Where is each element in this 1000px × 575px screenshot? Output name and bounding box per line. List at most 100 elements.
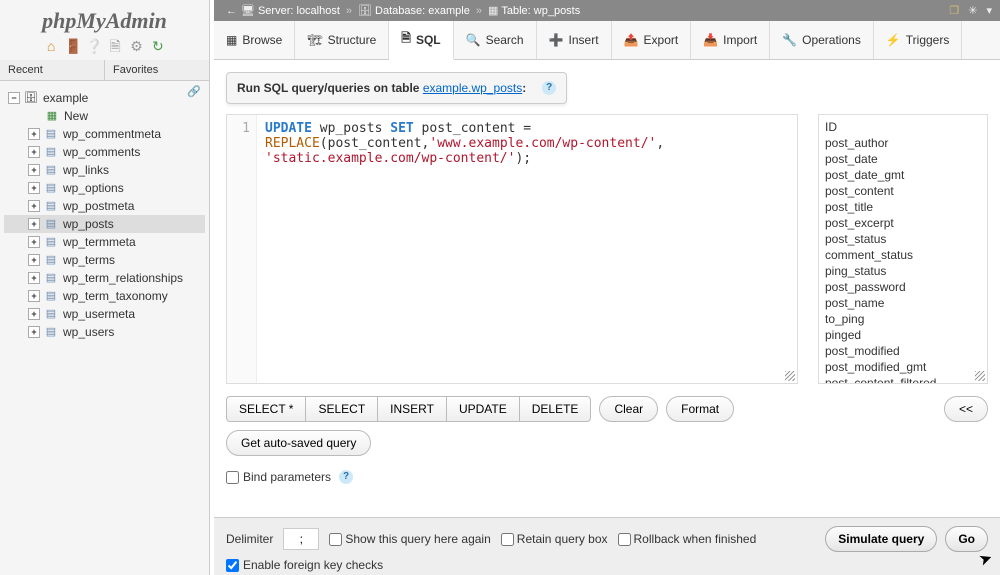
settings-icon[interactable]: ⚙ <box>129 38 145 54</box>
tab-triggers[interactable]: ⚡Triggers <box>874 21 963 59</box>
column-item[interactable]: post_status <box>825 231 981 247</box>
collapse-columns-button[interactable]: << <box>944 396 988 422</box>
browse-icon[interactable]: ▤ <box>43 253 59 267</box>
tree-table-wp_options[interactable]: ▤wp_options <box>4 179 205 197</box>
select--button[interactable]: SELECT * <box>226 396 306 422</box>
tab-import[interactable]: 📥Import <box>691 21 770 59</box>
column-item[interactable]: ID <box>825 119 981 135</box>
column-item[interactable]: post_content_filtered <box>825 375 981 384</box>
update-button[interactable]: UPDATE <box>446 396 520 422</box>
tree-table-wp_terms[interactable]: ▤wp_terms <box>4 251 205 269</box>
browse-icon[interactable]: ▤ <box>43 127 59 141</box>
select-button[interactable]: SELECT <box>305 396 378 422</box>
delimiter-input[interactable] <box>283 528 319 550</box>
format-button[interactable]: Format <box>666 396 734 422</box>
expand-icon[interactable] <box>28 308 40 320</box>
column-item[interactable]: post_modified_gmt <box>825 359 981 375</box>
browse-icon[interactable]: ▤ <box>43 145 59 159</box>
bind-params-checkbox[interactable] <box>226 471 239 484</box>
tree-table-wp_comments[interactable]: ▤wp_comments <box>4 143 205 161</box>
column-item[interactable]: comment_status <box>825 247 981 263</box>
browse-icon[interactable]: ▤ <box>43 325 59 339</box>
nav-collapse-icon[interactable]: ← <box>226 5 237 17</box>
column-item[interactable]: post_excerpt <box>825 215 981 231</box>
gear-icon[interactable]: ✳ <box>968 5 977 17</box>
help-icon[interactable]: ? <box>339 470 353 484</box>
column-item[interactable]: post_date_gmt <box>825 167 981 183</box>
tree-table-wp_termmeta[interactable]: ▤wp_termmeta <box>4 233 205 251</box>
bc-table[interactable]: wp_posts <box>534 5 580 17</box>
tab-structure[interactable]: 🏗Structure <box>295 21 389 59</box>
rollback-checkbox[interactable] <box>618 533 631 546</box>
tree-table-wp_term_relationships[interactable]: ▤wp_term_relationships <box>4 269 205 287</box>
exit-icon[interactable]: 🚪 <box>64 38 80 54</box>
column-item[interactable]: post_author <box>825 135 981 151</box>
column-item[interactable]: to_ping <box>825 311 981 327</box>
tree-table-wp_postmeta[interactable]: ▤wp_postmeta <box>4 197 205 215</box>
tab-browse[interactable]: ▦Browse <box>214 21 295 59</box>
expand-icon[interactable] <box>28 326 40 338</box>
help-icon[interactable]: ❔ <box>86 38 102 54</box>
home-icon[interactable]: ⌂ <box>43 38 59 54</box>
browse-icon[interactable]: ▤ <box>43 271 59 285</box>
bc-server[interactable]: localhost <box>297 5 340 17</box>
browse-icon[interactable]: ▤ <box>43 289 59 303</box>
go-button[interactable]: Go <box>945 526 988 552</box>
link-icon[interactable]: 🔗 <box>187 85 201 98</box>
expand-icon[interactable] <box>28 290 40 302</box>
tree-table-wp_commentmeta[interactable]: ▤wp_commentmeta <box>4 125 205 143</box>
browse-icon[interactable]: ▤ <box>43 235 59 249</box>
window-icon[interactable]: ❐ <box>949 5 959 17</box>
column-item[interactable]: ping_status <box>825 263 981 279</box>
expand-icon[interactable] <box>28 236 40 248</box>
column-item[interactable]: post_name <box>825 295 981 311</box>
mini-tab-recent[interactable]: Recent <box>0 60 105 80</box>
docs-icon[interactable]: 🗎 <box>107 38 123 54</box>
clear-button[interactable]: Clear <box>599 396 658 422</box>
columns-list[interactable]: IDpost_authorpost_datepost_date_gmtpost_… <box>818 114 988 384</box>
tab-insert[interactable]: ➕Insert <box>537 21 612 59</box>
tree-table-wp_term_taxonomy[interactable]: ▤wp_term_taxonomy <box>4 287 205 305</box>
browse-icon[interactable]: ▤ <box>43 181 59 195</box>
bc-db[interactable]: example <box>428 5 470 17</box>
expand-icon[interactable]: ▾ <box>986 5 992 17</box>
browse-icon[interactable]: ▤ <box>43 217 59 231</box>
resize-handle[interactable] <box>785 371 795 381</box>
expand-icon[interactable] <box>28 146 40 158</box>
column-item[interactable]: post_title <box>825 199 981 215</box>
column-item[interactable]: pinged <box>825 327 981 343</box>
fk-checkbox[interactable] <box>226 559 239 572</box>
help-icon[interactable]: ? <box>542 81 556 95</box>
column-item[interactable]: post_modified <box>825 343 981 359</box>
tab-search[interactable]: 🔍Search <box>454 21 537 59</box>
retain-checkbox[interactable] <box>501 533 514 546</box>
expand-icon[interactable] <box>28 182 40 194</box>
tree-table-wp_users[interactable]: ▤wp_users <box>4 323 205 341</box>
get-autosaved-button[interactable]: Get auto-saved query <box>226 430 371 456</box>
expand-icon[interactable] <box>28 128 40 140</box>
tab-sql[interactable]: 🗎SQL <box>389 21 453 60</box>
insert-button[interactable]: INSERT <box>377 396 447 422</box>
expand-icon[interactable] <box>28 272 40 284</box>
tab-export[interactable]: 📤Export <box>612 21 692 59</box>
delete-button[interactable]: DELETE <box>519 396 592 422</box>
sql-editor[interactable]: 1 UPDATE wp_posts SET post_content = REP… <box>226 114 798 384</box>
mini-tab-favorites[interactable]: Favorites <box>105 60 209 80</box>
resize-handle[interactable] <box>975 371 985 381</box>
expand-icon[interactable] <box>28 200 40 212</box>
column-item[interactable]: post_password <box>825 279 981 295</box>
collapse-icon[interactable] <box>8 92 20 104</box>
column-item[interactable]: post_date <box>825 151 981 167</box>
reload-icon[interactable]: ↻ <box>150 38 166 54</box>
expand-icon[interactable] <box>28 218 40 230</box>
tree-table-wp_usermeta[interactable]: ▤wp_usermeta <box>4 305 205 323</box>
browse-icon[interactable]: ▤ <box>43 163 59 177</box>
run-target-link[interactable]: example.wp_posts <box>423 81 522 95</box>
tree-new[interactable]: ▦ New <box>4 107 205 125</box>
expand-icon[interactable] <box>28 254 40 266</box>
simulate-query-button[interactable]: Simulate query <box>825 526 937 552</box>
tab-operations[interactable]: 🔧Operations <box>770 21 874 59</box>
column-item[interactable]: post_content <box>825 183 981 199</box>
browse-icon[interactable]: ▤ <box>43 199 59 213</box>
browse-icon[interactable]: ▤ <box>43 307 59 321</box>
